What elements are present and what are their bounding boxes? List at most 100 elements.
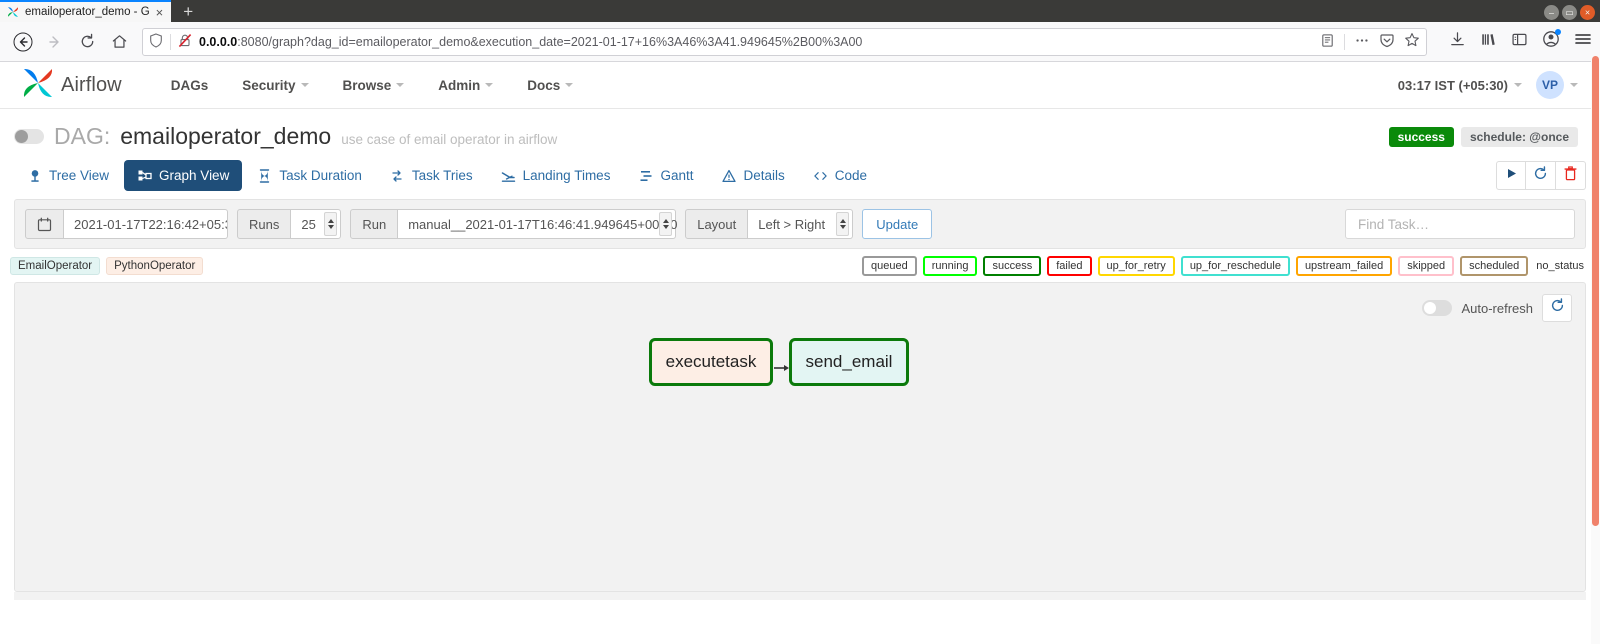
layout-select[interactable]: Left > Right (748, 209, 854, 239)
layout-group: Layout Left > Right (685, 209, 854, 239)
address-bar[interactable]: 0.0.0.0:8080/graph?dag_id=emailoperator_… (142, 27, 1427, 56)
status-legend-no-status: no_status (1536, 260, 1584, 272)
home-icon[interactable] (104, 27, 134, 57)
tab-task-tries[interactable]: Task Tries (377, 160, 486, 191)
status-legend-queued: queued (862, 256, 917, 276)
refresh-dag-button[interactable] (1526, 161, 1556, 190)
sidebar-icon[interactable] (1511, 31, 1528, 53)
gantt-icon (638, 168, 653, 183)
forward-icon[interactable] (40, 27, 70, 57)
tab-tree-view[interactable]: Tree View (14, 160, 122, 191)
operator-legend-emailoperator[interactable]: EmailOperator (10, 257, 101, 275)
trash-icon (1564, 165, 1577, 186)
tab-details[interactable]: Details (708, 160, 797, 191)
back-icon[interactable] (8, 27, 38, 57)
new-tab-button[interactable]: + (171, 2, 205, 22)
status-badge: success (1388, 126, 1454, 147)
browser-titlebar: emailoperator_demo - G × + – ▭ × (0, 0, 1600, 22)
status-legend-up-for-retry: up_for_retry (1097, 256, 1175, 276)
delete-dag-button[interactable] (1556, 161, 1586, 190)
chevron-down-icon (300, 83, 309, 87)
trigger-dag-button[interactable] (1496, 161, 1526, 190)
code-icon (813, 168, 828, 183)
nav-item-browse[interactable]: Browse (326, 78, 422, 93)
auto-refresh-label: Auto-refresh (1461, 300, 1533, 316)
refresh-icon (1533, 165, 1548, 186)
details-icon (721, 168, 736, 183)
hourglass-icon (257, 168, 272, 183)
runs-label: Runs (237, 209, 292, 239)
dag-action-buttons (1496, 161, 1586, 190)
num-runs-select[interactable]: 25 (291, 209, 342, 239)
tab-code[interactable]: Code (800, 160, 880, 191)
chevron-down-icon (396, 83, 405, 87)
retry-icon (390, 168, 405, 183)
avatar: VP (1536, 71, 1564, 99)
browser-tab-title: emailoperator_demo - G (25, 6, 150, 18)
legend-row: EmailOperator PythonOperator queued runn… (0, 249, 1600, 282)
operator-legend-pythonoperator[interactable]: PythonOperator (106, 257, 204, 275)
calendar-icon[interactable] (25, 209, 64, 239)
tab-graph-view[interactable]: Graph View (124, 160, 243, 191)
library-icon[interactable] (1480, 31, 1497, 53)
app-menu-icon[interactable] (1574, 31, 1592, 52)
auto-refresh-toggle[interactable] (1422, 300, 1453, 316)
graph-edge-executetask-send_email (774, 359, 790, 371)
select-spinner-icon (836, 212, 850, 236)
dag-view-tabs: Tree View Graph View Task Duration Task … (0, 156, 1600, 191)
reader-mode-icon[interactable] (1320, 33, 1335, 51)
num-runs-group: Runs 25 (237, 209, 342, 239)
dag-description: use case of email operator in airflow (341, 132, 558, 147)
graph-filter-bar: 2021-01-17T22:16:42+05:3 Runs 25 Run man… (14, 199, 1586, 249)
update-button[interactable]: Update (862, 209, 933, 239)
layout-label: Layout (685, 209, 749, 239)
lock-disabled-icon[interactable] (178, 33, 192, 51)
shield-icon[interactable] (149, 32, 163, 51)
reload-icon[interactable] (72, 27, 102, 57)
refresh-icon (1550, 298, 1565, 318)
graph-refresh-button[interactable] (1542, 294, 1572, 322)
airflow-navbar-right: 03:17 IST (+05:30) VP (1398, 71, 1578, 99)
window-close-button[interactable]: × (1580, 5, 1595, 20)
download-icon[interactable] (1449, 31, 1466, 53)
pocket-icon[interactable] (1379, 33, 1395, 51)
user-menu[interactable]: VP (1536, 71, 1578, 99)
account-icon[interactable] (1542, 29, 1561, 53)
airflow-logo-icon (22, 67, 54, 104)
tab-landing-times[interactable]: Landing Times (488, 160, 624, 191)
window-controls: – ▭ × (1544, 5, 1600, 22)
window-minimize-button[interactable]: – (1544, 5, 1559, 20)
status-legend-skipped: skipped (1398, 256, 1455, 276)
page-title: emailoperator_demo (120, 123, 332, 149)
bookmark-star-icon[interactable] (1404, 32, 1420, 51)
page-actions-icon[interactable] (1354, 33, 1370, 51)
nav-item-security[interactable]: Security (225, 78, 325, 93)
chevron-down-icon (485, 83, 494, 87)
page-scrollbar[interactable] (1591, 56, 1600, 644)
graph-node-send_email[interactable]: send_email (789, 338, 909, 386)
browser-tab[interactable]: emailoperator_demo - G × (0, 0, 172, 22)
close-tab-icon[interactable]: × (156, 6, 164, 19)
run-select[interactable]: manual__2021-01-17T16:46:41.949645+00:00 (398, 209, 677, 239)
window-maximize-button[interactable]: ▭ (1562, 5, 1577, 20)
tab-task-duration[interactable]: Task Duration (244, 160, 375, 191)
run-label: Run (350, 209, 399, 239)
tab-gantt[interactable]: Gantt (625, 160, 706, 191)
graph-canvas[interactable]: Auto-refresh executetask send_email (14, 282, 1586, 592)
find-task-input[interactable]: Find Task… (1345, 209, 1575, 239)
server-time[interactable]: 03:17 IST (+05:30) (1398, 78, 1522, 93)
play-icon (1505, 167, 1518, 185)
airflow-brand[interactable]: Airflow (22, 67, 122, 104)
status-legend: queued running success failed up_for_ret… (862, 256, 1586, 276)
nav-item-admin[interactable]: Admin (421, 78, 510, 93)
nav-item-docs[interactable]: Docs (510, 78, 590, 93)
status-legend-failed: failed (1047, 256, 1092, 276)
graph-node-executetask[interactable]: executetask (649, 338, 773, 386)
page-scrollbar-thumb[interactable] (1592, 56, 1599, 526)
graph-filter-bar-wrapper: 2021-01-17T22:16:42+05:3 Runs 25 Run man… (0, 191, 1600, 249)
status-legend-running: running (922, 256, 978, 276)
base-date-input[interactable]: 2021-01-17T22:16:42+05:3 (64, 209, 228, 239)
dag-pause-toggle[interactable] (14, 129, 44, 144)
nav-item-dags[interactable]: DAGs (154, 78, 226, 93)
base-date-group: 2021-01-17T22:16:42+05:3 (25, 209, 228, 239)
